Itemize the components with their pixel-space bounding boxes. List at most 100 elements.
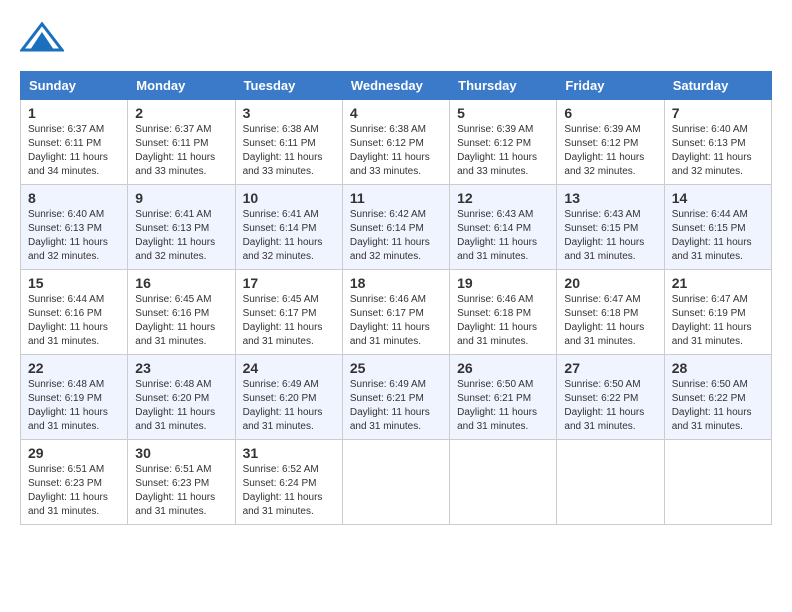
day-number: 10 xyxy=(243,190,335,206)
day-info: Sunrise: 6:52 AM Sunset: 6:24 PM Dayligh… xyxy=(243,463,335,519)
day-info: Sunrise: 6:40 AM Sunset: 6:13 PM Dayligh… xyxy=(28,208,120,264)
calendar-day-cell: 22 Sunrise: 6:48 AM Sunset: 6:19 PM Dayl… xyxy=(21,355,128,440)
day-info: Sunrise: 6:49 AM Sunset: 6:20 PM Dayligh… xyxy=(243,378,335,434)
calendar-day-cell: 20 Sunrise: 6:47 AM Sunset: 6:18 PM Dayl… xyxy=(557,270,664,355)
calendar-day-cell: 28 Sunrise: 6:50 AM Sunset: 6:22 PM Dayl… xyxy=(664,355,771,440)
calendar-day-cell: 9 Sunrise: 6:41 AM Sunset: 6:13 PM Dayli… xyxy=(128,185,235,270)
day-number: 26 xyxy=(457,360,549,376)
day-number: 6 xyxy=(564,105,656,121)
day-info: Sunrise: 6:40 AM Sunset: 6:13 PM Dayligh… xyxy=(672,123,764,179)
day-number: 2 xyxy=(135,105,227,121)
calendar-day-header: Saturday xyxy=(664,72,771,100)
calendar-week-row: 1 Sunrise: 6:37 AM Sunset: 6:11 PM Dayli… xyxy=(21,100,772,185)
calendar-day-cell: 13 Sunrise: 6:43 AM Sunset: 6:15 PM Dayl… xyxy=(557,185,664,270)
calendar-day-cell: 2 Sunrise: 6:37 AM Sunset: 6:11 PM Dayli… xyxy=(128,100,235,185)
calendar-day-cell xyxy=(342,440,449,525)
day-number: 30 xyxy=(135,445,227,461)
day-number: 25 xyxy=(350,360,442,376)
logo-icon xyxy=(20,20,64,56)
day-number: 31 xyxy=(243,445,335,461)
calendar-day-cell: 11 Sunrise: 6:42 AM Sunset: 6:14 PM Dayl… xyxy=(342,185,449,270)
calendar-day-header: Tuesday xyxy=(235,72,342,100)
calendar-day-cell xyxy=(557,440,664,525)
day-info: Sunrise: 6:43 AM Sunset: 6:15 PM Dayligh… xyxy=(564,208,656,264)
day-number: 18 xyxy=(350,275,442,291)
calendar-week-row: 8 Sunrise: 6:40 AM Sunset: 6:13 PM Dayli… xyxy=(21,185,772,270)
calendar-day-cell: 27 Sunrise: 6:50 AM Sunset: 6:22 PM Dayl… xyxy=(557,355,664,440)
calendar-day-cell: 21 Sunrise: 6:47 AM Sunset: 6:19 PM Dayl… xyxy=(664,270,771,355)
day-info: Sunrise: 6:49 AM Sunset: 6:21 PM Dayligh… xyxy=(350,378,442,434)
calendar-day-cell: 30 Sunrise: 6:51 AM Sunset: 6:23 PM Dayl… xyxy=(128,440,235,525)
calendar-day-cell: 25 Sunrise: 6:49 AM Sunset: 6:21 PM Dayl… xyxy=(342,355,449,440)
day-number: 29 xyxy=(28,445,120,461)
calendar-day-header: Sunday xyxy=(21,72,128,100)
calendar-day-header: Wednesday xyxy=(342,72,449,100)
day-info: Sunrise: 6:39 AM Sunset: 6:12 PM Dayligh… xyxy=(457,123,549,179)
day-info: Sunrise: 6:39 AM Sunset: 6:12 PM Dayligh… xyxy=(564,123,656,179)
day-info: Sunrise: 6:50 AM Sunset: 6:21 PM Dayligh… xyxy=(457,378,549,434)
day-info: Sunrise: 6:51 AM Sunset: 6:23 PM Dayligh… xyxy=(135,463,227,519)
day-info: Sunrise: 6:44 AM Sunset: 6:16 PM Dayligh… xyxy=(28,293,120,349)
day-number: 4 xyxy=(350,105,442,121)
calendar-day-cell: 15 Sunrise: 6:44 AM Sunset: 6:16 PM Dayl… xyxy=(21,270,128,355)
day-number: 3 xyxy=(243,105,335,121)
logo xyxy=(20,20,68,56)
day-info: Sunrise: 6:41 AM Sunset: 6:14 PM Dayligh… xyxy=(243,208,335,264)
day-number: 8 xyxy=(28,190,120,206)
calendar-week-row: 15 Sunrise: 6:44 AM Sunset: 6:16 PM Dayl… xyxy=(21,270,772,355)
day-info: Sunrise: 6:48 AM Sunset: 6:20 PM Dayligh… xyxy=(135,378,227,434)
day-number: 5 xyxy=(457,105,549,121)
day-number: 21 xyxy=(672,275,764,291)
day-number: 27 xyxy=(564,360,656,376)
calendar-day-cell: 12 Sunrise: 6:43 AM Sunset: 6:14 PM Dayl… xyxy=(450,185,557,270)
day-number: 17 xyxy=(243,275,335,291)
calendar-day-cell: 24 Sunrise: 6:49 AM Sunset: 6:20 PM Dayl… xyxy=(235,355,342,440)
calendar-day-cell: 3 Sunrise: 6:38 AM Sunset: 6:11 PM Dayli… xyxy=(235,100,342,185)
day-info: Sunrise: 6:51 AM Sunset: 6:23 PM Dayligh… xyxy=(28,463,120,519)
day-info: Sunrise: 6:46 AM Sunset: 6:18 PM Dayligh… xyxy=(457,293,549,349)
calendar-day-cell: 10 Sunrise: 6:41 AM Sunset: 6:14 PM Dayl… xyxy=(235,185,342,270)
calendar-day-cell: 6 Sunrise: 6:39 AM Sunset: 6:12 PM Dayli… xyxy=(557,100,664,185)
day-info: Sunrise: 6:47 AM Sunset: 6:18 PM Dayligh… xyxy=(564,293,656,349)
day-number: 19 xyxy=(457,275,549,291)
page-header xyxy=(20,20,772,56)
calendar-day-cell: 5 Sunrise: 6:39 AM Sunset: 6:12 PM Dayli… xyxy=(450,100,557,185)
calendar-day-cell: 4 Sunrise: 6:38 AM Sunset: 6:12 PM Dayli… xyxy=(342,100,449,185)
calendar-day-cell: 14 Sunrise: 6:44 AM Sunset: 6:15 PM Dayl… xyxy=(664,185,771,270)
calendar-day-cell: 16 Sunrise: 6:45 AM Sunset: 6:16 PM Dayl… xyxy=(128,270,235,355)
calendar-day-cell xyxy=(450,440,557,525)
day-number: 16 xyxy=(135,275,227,291)
calendar-day-cell: 23 Sunrise: 6:48 AM Sunset: 6:20 PM Dayl… xyxy=(128,355,235,440)
calendar-day-cell: 7 Sunrise: 6:40 AM Sunset: 6:13 PM Dayli… xyxy=(664,100,771,185)
calendar-week-row: 29 Sunrise: 6:51 AM Sunset: 6:23 PM Dayl… xyxy=(21,440,772,525)
calendar-day-cell: 29 Sunrise: 6:51 AM Sunset: 6:23 PM Dayl… xyxy=(21,440,128,525)
calendar-day-cell xyxy=(664,440,771,525)
day-number: 14 xyxy=(672,190,764,206)
day-number: 24 xyxy=(243,360,335,376)
calendar-table: SundayMondayTuesdayWednesdayThursdayFrid… xyxy=(20,71,772,525)
day-info: Sunrise: 6:38 AM Sunset: 6:12 PM Dayligh… xyxy=(350,123,442,179)
calendar-header-row: SundayMondayTuesdayWednesdayThursdayFrid… xyxy=(21,72,772,100)
day-info: Sunrise: 6:47 AM Sunset: 6:19 PM Dayligh… xyxy=(672,293,764,349)
day-info: Sunrise: 6:46 AM Sunset: 6:17 PM Dayligh… xyxy=(350,293,442,349)
day-info: Sunrise: 6:43 AM Sunset: 6:14 PM Dayligh… xyxy=(457,208,549,264)
day-number: 23 xyxy=(135,360,227,376)
day-number: 15 xyxy=(28,275,120,291)
day-info: Sunrise: 6:41 AM Sunset: 6:13 PM Dayligh… xyxy=(135,208,227,264)
day-number: 20 xyxy=(564,275,656,291)
calendar-day-cell: 17 Sunrise: 6:45 AM Sunset: 6:17 PM Dayl… xyxy=(235,270,342,355)
day-info: Sunrise: 6:38 AM Sunset: 6:11 PM Dayligh… xyxy=(243,123,335,179)
calendar-day-header: Friday xyxy=(557,72,664,100)
day-number: 13 xyxy=(564,190,656,206)
calendar-day-cell: 26 Sunrise: 6:50 AM Sunset: 6:21 PM Dayl… xyxy=(450,355,557,440)
calendar-day-header: Thursday xyxy=(450,72,557,100)
day-info: Sunrise: 6:44 AM Sunset: 6:15 PM Dayligh… xyxy=(672,208,764,264)
day-number: 7 xyxy=(672,105,764,121)
day-number: 9 xyxy=(135,190,227,206)
day-info: Sunrise: 6:45 AM Sunset: 6:16 PM Dayligh… xyxy=(135,293,227,349)
day-number: 28 xyxy=(672,360,764,376)
calendar-day-cell: 19 Sunrise: 6:46 AM Sunset: 6:18 PM Dayl… xyxy=(450,270,557,355)
calendar-day-cell: 31 Sunrise: 6:52 AM Sunset: 6:24 PM Dayl… xyxy=(235,440,342,525)
day-info: Sunrise: 6:42 AM Sunset: 6:14 PM Dayligh… xyxy=(350,208,442,264)
day-number: 22 xyxy=(28,360,120,376)
